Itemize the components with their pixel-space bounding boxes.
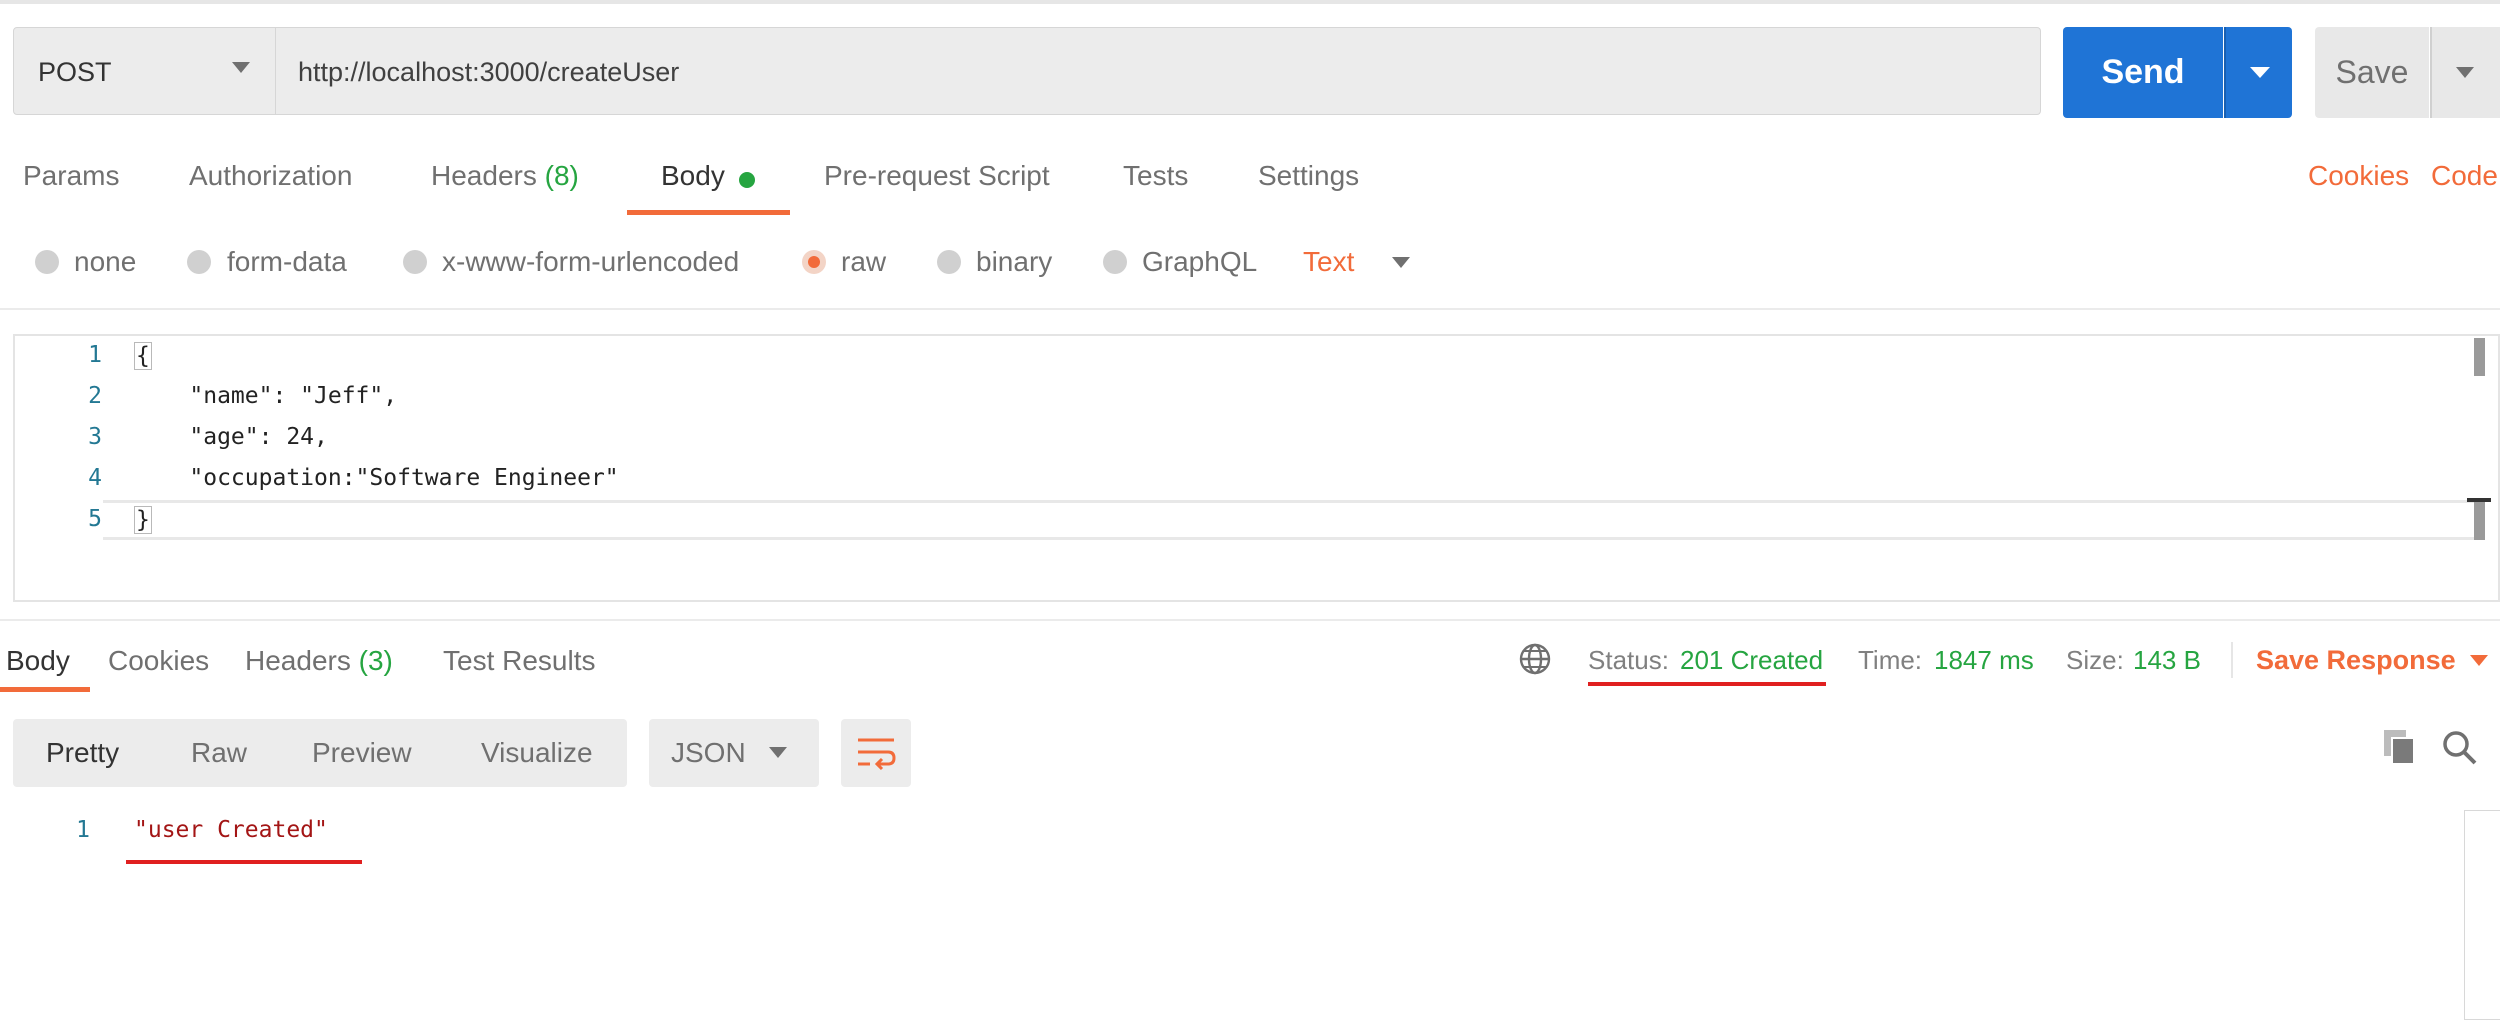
response-tab-body[interactable]: Body — [6, 645, 70, 677]
method-value: POST — [38, 57, 112, 87]
status-value: 201 Created — [1680, 645, 1824, 675]
wrap-lines-icon — [858, 738, 896, 771]
url-value: http://localhost:3000/createUser — [298, 57, 680, 87]
time-value: 1847 ms — [1934, 645, 2034, 675]
tab-headers[interactable]: Headers (8) — [431, 160, 579, 192]
divider — [0, 308, 2500, 310]
tab-authorization[interactable]: Authorization — [189, 160, 352, 192]
code-line: "age": 24, — [134, 424, 328, 450]
radio-binary-label: binary — [976, 246, 1053, 277]
divider — [2231, 642, 2233, 678]
body-indicator-dot — [739, 172, 755, 188]
save-button[interactable]: Save — [2315, 27, 2429, 118]
send-button[interactable]: Send — [2063, 27, 2223, 118]
editor-scrollbar-marker — [2474, 500, 2485, 540]
size-label: Size: — [2066, 645, 2124, 675]
code-line: "occupation:"Software Engineer" — [134, 465, 619, 491]
response-tab-headers-label: Headers — [245, 645, 351, 676]
url-input[interactable]: http://localhost:3000/createUser — [276, 27, 2041, 115]
chevron-down-icon — [769, 747, 787, 758]
line-number: 4 — [88, 465, 102, 491]
view-preview-button[interactable]: Preview — [312, 719, 412, 787]
top-border — [0, 0, 2500, 4]
copy-icon[interactable] — [2382, 728, 2418, 768]
response-tab-cookies[interactable]: Cookies — [108, 645, 209, 677]
annotation-underline — [126, 860, 362, 864]
search-icon[interactable] — [2440, 728, 2480, 768]
radio-form-data[interactable] — [187, 250, 211, 274]
code-line: } — [134, 506, 152, 534]
cookies-link[interactable]: Cookies — [2308, 160, 2409, 192]
current-line-highlight — [103, 500, 2483, 540]
chevron-down-icon — [232, 62, 250, 73]
save-options-button[interactable] — [2430, 27, 2500, 118]
radio-none[interactable] — [35, 250, 59, 274]
annotation-underline — [1588, 682, 1826, 686]
radio-none-label: none — [74, 246, 137, 277]
tab-headers-label: Headers — [431, 160, 537, 191]
response-tab-test-results[interactable]: Test Results — [443, 645, 596, 677]
tab-pre-request-script[interactable]: Pre-request Script — [824, 160, 1050, 192]
headers-count-badge: (3) — [358, 645, 393, 676]
language-value: JSON — [671, 737, 746, 768]
radio-urlencoded[interactable] — [403, 250, 427, 274]
code-line: { — [134, 342, 152, 370]
cursor-marker — [2467, 498, 2491, 502]
size-value: 143 B — [2133, 645, 2201, 675]
view-pretty-button[interactable]: Pretty — [46, 719, 119, 787]
chevron-down-icon[interactable] — [1392, 257, 1410, 268]
response-scrollbar-track — [2464, 810, 2500, 1020]
radio-graphql[interactable] — [1103, 250, 1127, 274]
method-select[interactable]: POST — [13, 27, 276, 115]
globe-icon[interactable] — [1518, 642, 1552, 676]
time-label: Time: — [1858, 645, 1923, 675]
response-view-toggle: Pretty Raw Preview Visualize — [13, 719, 627, 787]
line-number: 5 — [88, 506, 102, 532]
radio-raw[interactable] — [802, 250, 826, 274]
response-tab-headers[interactable]: Headers (3) — [245, 645, 393, 677]
radio-form-data-label: form-data — [227, 246, 347, 277]
chevron-down-icon[interactable] — [2470, 655, 2488, 666]
line-number: 1 — [88, 342, 102, 368]
divider — [0, 619, 2500, 621]
active-tab-underline — [0, 687, 90, 692]
tab-body[interactable]: Body — [661, 160, 725, 192]
editor-scrollbar-thumb[interactable] — [2474, 338, 2485, 376]
radio-urlencoded-label: x-www-form-urlencoded — [442, 246, 740, 277]
code-link[interactable]: Code — [2431, 160, 2498, 192]
radio-graphql-label: GraphQL — [1142, 246, 1258, 277]
tab-settings[interactable]: Settings — [1258, 160, 1359, 192]
radio-raw-label: raw — [841, 246, 887, 277]
view-raw-button[interactable]: Raw — [191, 719, 247, 787]
code-line: "name": "Jeff", — [134, 383, 398, 409]
save-response-button[interactable]: Save Response — [2256, 645, 2456, 676]
response-code-line: "user Created" — [134, 817, 328, 843]
status-label: Status: — [1588, 645, 1669, 675]
tab-params[interactable]: Params — [23, 160, 119, 192]
send-options-button[interactable] — [2224, 27, 2292, 118]
chevron-down-icon — [2456, 67, 2474, 78]
line-number: 3 — [88, 424, 102, 450]
radio-binary[interactable] — [937, 250, 961, 274]
raw-format-select[interactable]: Text — [1303, 246, 1354, 278]
line-number: 1 — [76, 817, 90, 843]
tab-tests[interactable]: Tests — [1123, 160, 1188, 192]
line-number: 2 — [88, 383, 102, 409]
active-tab-underline — [627, 210, 790, 215]
headers-count-badge: (8) — [544, 160, 579, 191]
response-language-select[interactable]: JSON — [649, 719, 819, 787]
wrap-lines-button[interactable] — [841, 719, 911, 787]
chevron-down-icon — [2250, 67, 2270, 78]
view-visualize-button[interactable]: Visualize — [481, 719, 593, 787]
